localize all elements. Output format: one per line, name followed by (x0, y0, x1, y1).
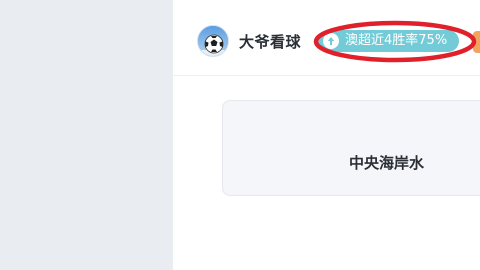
post-detail: 大爷看球 澳超近4胜率75% 中央海岸水 (173, 0, 480, 270)
up-arrow-icon (323, 33, 339, 49)
badge-text: 澳超近4胜率75% (345, 33, 448, 48)
author-avatar[interactable] (197, 25, 229, 57)
author-name[interactable]: 大爷看球 (239, 31, 301, 53)
header-divider (173, 75, 480, 76)
secondary-badge-partial[interactable] (473, 31, 480, 53)
soccer-ball-avatar-icon (198, 26, 228, 56)
author-header: 大爷看球 澳超近4胜率75% (173, 0, 480, 76)
match-card-title: 中央海岸水 (349, 154, 425, 172)
win-rate-badge[interactable]: 澳超近4胜率75% (317, 30, 459, 52)
match-card[interactable] (222, 100, 480, 196)
left-panel (0, 0, 173, 270)
